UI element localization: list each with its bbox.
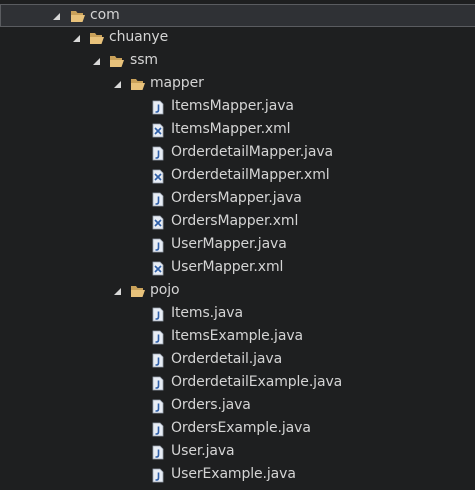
package-explorer-tree: com chuanye ssm mapper ItemsMapper.java … bbox=[0, 0, 475, 490]
open-folder-icon bbox=[130, 284, 146, 299]
java-file-icon bbox=[150, 100, 166, 115]
tree-file-item[interactable]: OrdersExample.java bbox=[0, 418, 475, 441]
open-folder-icon bbox=[109, 54, 125, 69]
java-file-icon bbox=[150, 307, 166, 322]
xml-file-icon bbox=[150, 169, 166, 184]
xml-file-icon bbox=[150, 215, 166, 230]
tree-file-item[interactable]: UserMapper.xml bbox=[0, 257, 475, 280]
file-label: Items.java bbox=[171, 305, 243, 321]
file-label: Orders.java bbox=[171, 397, 251, 413]
tree-node-label: com bbox=[90, 7, 120, 23]
tree-file-item[interactable]: ItemsMapper.java bbox=[0, 96, 475, 119]
tree-file-item[interactable]: OrdersMapper.xml bbox=[0, 211, 475, 234]
tree-file-item[interactable]: OrdersMapper.java bbox=[0, 188, 475, 211]
open-folder-icon bbox=[89, 31, 105, 46]
file-label: UserMapper.xml bbox=[171, 259, 284, 275]
file-label: OrdersMapper.java bbox=[171, 190, 302, 206]
tree-node-ssm[interactable]: ssm bbox=[0, 50, 475, 73]
tree-file-item[interactable]: Orders.java bbox=[0, 395, 475, 418]
file-label: UserMapper.java bbox=[171, 236, 287, 252]
tree-file-item[interactable]: ItemsMapper.xml bbox=[0, 119, 475, 142]
open-folder-icon bbox=[70, 9, 86, 24]
tree-file-item[interactable]: Items.java bbox=[0, 303, 475, 326]
java-file-icon bbox=[150, 376, 166, 391]
file-label: OrderdetailExample.java bbox=[171, 374, 343, 390]
expanded-arrow-icon[interactable] bbox=[113, 287, 122, 296]
open-folder-icon bbox=[130, 77, 146, 92]
java-file-icon bbox=[150, 192, 166, 207]
file-label: OrderdetailMapper.java bbox=[171, 144, 333, 160]
tree-node-label: ssm bbox=[130, 52, 158, 68]
tree-file-item[interactable]: OrderdetailMapper.java bbox=[0, 142, 475, 165]
tree-file-item[interactable]: OrderdetailMapper.xml bbox=[0, 165, 475, 188]
tree-node-label: mapper bbox=[150, 75, 204, 91]
java-file-icon bbox=[150, 422, 166, 437]
file-label: ItemsMapper.xml bbox=[171, 121, 291, 137]
tree-file-item[interactable]: Orderdetail.java bbox=[0, 349, 475, 372]
tree-node-label: pojo bbox=[150, 282, 180, 298]
java-file-icon bbox=[150, 468, 166, 483]
file-label: OrdersExample.java bbox=[171, 420, 311, 436]
java-file-icon bbox=[150, 445, 166, 460]
tree-node-chuanye[interactable]: chuanye bbox=[0, 27, 475, 50]
file-label: OrdersMapper.xml bbox=[171, 213, 299, 229]
file-label: User.java bbox=[171, 443, 235, 459]
tree-file-item[interactable]: UserMapper.java bbox=[0, 234, 475, 257]
tree-file-item[interactable]: UserExample.java bbox=[0, 464, 475, 487]
file-label: Orderdetail.java bbox=[171, 351, 283, 367]
file-label: ItemsMapper.java bbox=[171, 98, 294, 114]
xml-file-icon bbox=[150, 123, 166, 138]
tree-node-com[interactable]: com bbox=[0, 4, 475, 27]
java-file-icon bbox=[150, 353, 166, 368]
tree-node-label: chuanye bbox=[109, 29, 169, 45]
java-file-icon bbox=[150, 399, 166, 414]
java-file-icon bbox=[150, 146, 166, 161]
java-file-icon bbox=[150, 238, 166, 253]
expanded-arrow-icon[interactable] bbox=[72, 34, 81, 43]
file-label: ItemsExample.java bbox=[171, 328, 303, 344]
file-label: UserExample.java bbox=[171, 466, 296, 482]
tree-file-item[interactable]: ItemsExample.java bbox=[0, 326, 475, 349]
expanded-arrow-icon[interactable] bbox=[52, 12, 61, 21]
xml-file-icon bbox=[150, 261, 166, 276]
expanded-arrow-icon[interactable] bbox=[92, 57, 101, 66]
expanded-arrow-icon[interactable] bbox=[113, 80, 122, 89]
file-label: OrderdetailMapper.xml bbox=[171, 167, 330, 183]
tree-node-mapper[interactable]: mapper bbox=[0, 73, 475, 96]
tree-file-item[interactable]: OrderdetailExample.java bbox=[0, 372, 475, 395]
tree-node-pojo[interactable]: pojo bbox=[0, 280, 475, 303]
java-file-icon bbox=[150, 330, 166, 345]
tree-file-item[interactable]: User.java bbox=[0, 441, 475, 464]
